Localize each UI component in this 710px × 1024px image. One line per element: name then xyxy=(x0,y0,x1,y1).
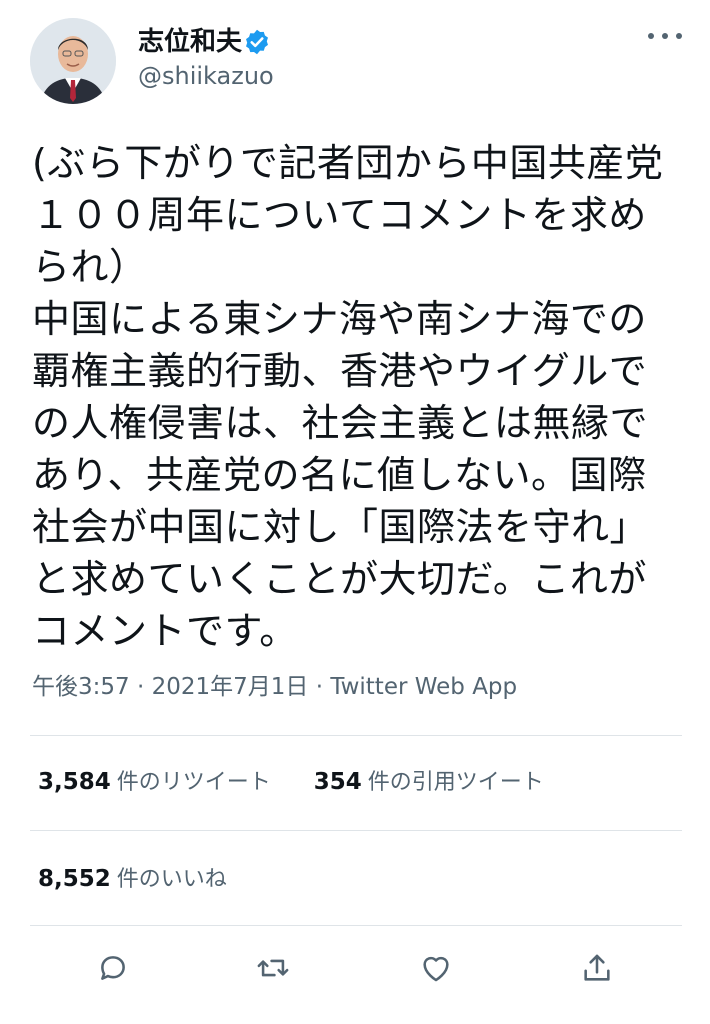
more-dot xyxy=(676,33,682,39)
retweets-label: 件のリツイート xyxy=(116,770,271,795)
more-icon[interactable] xyxy=(648,24,682,48)
username[interactable]: @shiikazuo xyxy=(138,62,274,90)
likes-stat[interactable]: 8,552 件のいいね xyxy=(38,863,227,896)
stats-row-likes: 8,552 件のいいね xyxy=(38,863,263,895)
tweet-source[interactable]: Twitter Web App xyxy=(330,674,517,700)
meta-separator: · xyxy=(315,674,324,700)
action-bar xyxy=(0,946,710,996)
retweet-icon xyxy=(257,959,289,977)
stats-row-retweets: 3,584 件のリツイート 354 件の引用ツイート xyxy=(38,766,580,798)
quotes-stat[interactable]: 354 件の引用ツイート xyxy=(314,766,544,799)
divider xyxy=(30,925,682,926)
avatar-image xyxy=(30,18,116,104)
tweet-date[interactable]: 2021年7月1日 xyxy=(152,674,309,700)
meta-separator: · xyxy=(136,674,145,700)
avatar[interactable] xyxy=(30,18,116,104)
quotes-label: 件の引用ツイート xyxy=(367,770,544,795)
more-dot xyxy=(648,33,654,39)
tweet-time[interactable]: 午後3:57 xyxy=(32,674,130,700)
tweet-text: (ぶら下がりで記者団から中国共産党 １００周年についてコメントを求め られ） 中… xyxy=(32,141,664,653)
like-icon xyxy=(423,956,449,982)
divider xyxy=(30,830,682,831)
tweet-detail: 志位和夫 @shiikazuo (ぶら下がりで記者団から中国共産党 １００周年に… xyxy=(0,0,710,1024)
tweet-meta: 午後3:57 · 2021年7月1日 · Twitter Web App xyxy=(32,672,692,702)
likes-count: 8,552 xyxy=(38,866,111,892)
more-dot xyxy=(662,33,668,39)
tweet-header: 志位和夫 @shiikazuo xyxy=(0,0,710,110)
reply-button[interactable] xyxy=(93,946,133,990)
like-button[interactable] xyxy=(416,946,456,990)
retweet-button[interactable] xyxy=(253,946,293,990)
display-name[interactable]: 志位和夫 xyxy=(138,27,242,57)
quotes-count: 354 xyxy=(313,769,362,795)
share-icon xyxy=(584,954,610,981)
share-button[interactable] xyxy=(577,946,617,990)
verified-badge-icon xyxy=(246,29,268,55)
reply-icon xyxy=(101,956,125,980)
retweets-stat[interactable]: 3,584 件のリツイート xyxy=(38,766,271,799)
retweets-count: 3,584 xyxy=(38,769,111,795)
likes-label: 件のいいね xyxy=(116,867,227,892)
divider xyxy=(30,735,682,736)
